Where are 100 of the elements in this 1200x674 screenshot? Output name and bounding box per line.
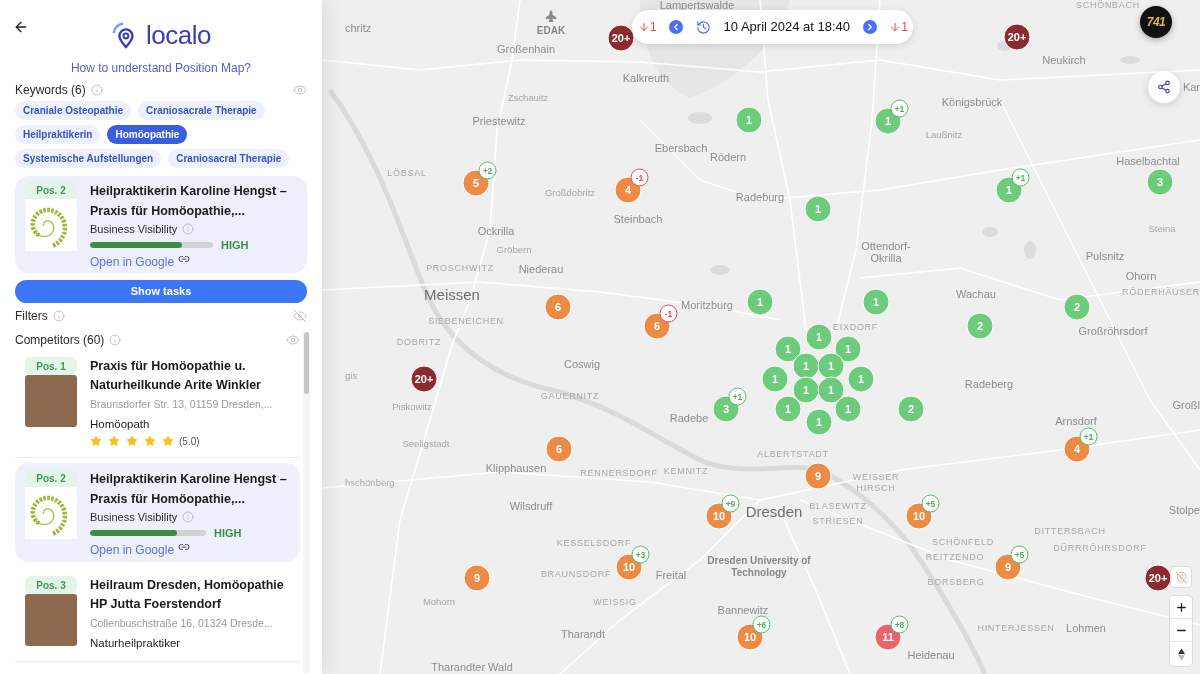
scrollbar-track[interactable]: [303, 332, 310, 674]
eye-icon[interactable]: [286, 333, 300, 347]
village-label: gis: [345, 370, 358, 382]
info-icon[interactable]: [90, 84, 103, 96]
business-address: Collenbuschstraße 16, 01324 Dresde...: [90, 616, 274, 631]
previous-date-button[interactable]: [669, 20, 684, 34]
position-badge: Pos. 3: [25, 576, 77, 594]
rating-value: (5.0): [179, 434, 200, 449]
town-label: Ottendorf-Okrilla: [860, 240, 912, 264]
cluster-marker[interactable]: 20+: [607, 24, 635, 52]
info-icon[interactable]: [109, 334, 122, 346]
cluster-marker[interactable]: 1: [817, 352, 845, 380]
open-in-google-link[interactable]: Open in Google: [90, 253, 175, 271]
star-icon: [144, 435, 156, 447]
business-name: Heilpraktikerin Karoline Hengst – Praxis für Homöopathie,...: [90, 183, 288, 220]
history-icon[interactable]: [695, 19, 711, 35]
info-icon[interactable]: [182, 511, 195, 523]
keyword-chip[interactable]: Craniosacral Therapie: [168, 149, 290, 168]
town-label: Stolpe: [1168, 503, 1200, 517]
city-label: Meissen: [424, 286, 480, 304]
cluster-marker[interactable]: 6: [545, 435, 573, 463]
visibility-rating: HIGH: [221, 237, 249, 253]
cluster-marker[interactable]: 9: [463, 564, 491, 592]
link-icon: [178, 541, 191, 553]
village-label: Laußnitz: [925, 129, 963, 141]
cluster-marker[interactable]: 1: [847, 365, 875, 393]
town-label: Haselbachtal: [1116, 154, 1180, 168]
town-label: Heidenau: [907, 648, 955, 662]
cluster-marker[interactable]: 1: [804, 195, 832, 223]
scrollbar-thumb[interactable]: [304, 332, 309, 394]
town-label: Tharandt: [561, 627, 605, 641]
change-badge: +6: [752, 615, 771, 634]
cluster-marker[interactable]: 20+: [1003, 23, 1031, 51]
location-off-button[interactable]: [1170, 566, 1192, 588]
visibility-label: Business Visibility: [90, 509, 178, 525]
district-label: WEISSIG: [593, 596, 637, 608]
spiral-logo-icon: [25, 199, 77, 251]
keyword-chip[interactable]: Homöopathie: [107, 125, 188, 144]
cluster-marker[interactable]: 2: [897, 395, 925, 423]
town-label: Bannewitz: [717, 603, 769, 617]
cluster-marker[interactable]: 1: [774, 335, 802, 363]
town-label: Kar: [1182, 80, 1200, 94]
town-label: Lohmen: [1066, 621, 1106, 635]
keyword-chip[interactable]: Craniosacrale Therapie: [138, 101, 265, 120]
section-title: Filters: [15, 308, 48, 325]
info-icon[interactable]: [52, 310, 65, 322]
change-badge: -1: [630, 168, 649, 187]
open-in-google-link[interactable]: Open in Google: [90, 541, 175, 559]
town-label: Radeburg: [735, 190, 785, 204]
eye-off-icon[interactable]: [293, 309, 307, 323]
business-address: Braunsdorfer Str. 13, 01159 Dresden,...: [90, 397, 274, 412]
cluster-marker[interactable]: 1: [834, 395, 862, 423]
district-label: KESSELSDORF: [556, 537, 632, 549]
keyword-chip[interactable]: Systemische Aufstellungen: [15, 149, 162, 168]
compass-icon: [1177, 647, 1185, 661]
town-label: Großenhain: [496, 42, 556, 56]
town-label: Großröhrsdorf: [1078, 324, 1148, 338]
cluster-marker[interactable]: 1: [834, 335, 862, 363]
show-tasks-button[interactable]: Show tasks: [15, 280, 307, 303]
cluster-marker[interactable]: 1: [792, 376, 820, 404]
change-badge: +5: [921, 494, 940, 513]
cluster-marker[interactable]: 1: [792, 352, 820, 380]
cluster-marker[interactable]: 1: [805, 323, 833, 351]
cluster-marker[interactable]: 2: [966, 312, 994, 340]
cluster-marker[interactable]: 1: [746, 288, 774, 316]
cluster-marker[interactable]: 1: [735, 106, 763, 134]
cluster-marker[interactable]: 1: [761, 365, 789, 393]
info-icon[interactable]: [182, 223, 195, 235]
cluster-marker[interactable]: 3: [1146, 168, 1174, 196]
cluster-marker[interactable]: 1: [805, 408, 833, 436]
eye-icon[interactable]: [293, 83, 307, 97]
district-label: HINTERJESSEN: [977, 622, 1055, 634]
cluster-marker[interactable]: 2: [1063, 293, 1091, 321]
change-badge: +1: [728, 387, 747, 406]
cluster-marker[interactable]: 1: [774, 395, 802, 423]
change-badge: +5: [1010, 545, 1029, 564]
change-badge: +3: [631, 545, 650, 564]
star-icon: [108, 435, 120, 447]
district-label: PROSCHWITZ: [426, 262, 494, 274]
change-badge: +1: [1011, 168, 1030, 187]
visibility-label: Business Visibility: [90, 221, 178, 237]
share-button[interactable]: [1148, 71, 1180, 103]
cluster-marker[interactable]: 6: [544, 293, 572, 321]
district-label: RENNERSDORF: [580, 467, 658, 479]
help-link[interactable]: How to understand Position Map?: [70, 60, 252, 76]
position-badge: Pos. 2: [25, 469, 77, 487]
cluster-marker[interactable]: 1: [862, 288, 890, 316]
cluster-marker[interactable]: 9: [804, 462, 832, 490]
village-label: Zschauitz: [507, 92, 549, 104]
next-date-button[interactable]: [862, 20, 877, 34]
town-label: Ockrilla: [477, 224, 515, 238]
visibility-rating: HIGH: [214, 525, 242, 541]
keyword-chip[interactable]: Heilpraktikerin: [15, 125, 101, 144]
cluster-marker[interactable]: 20+: [1144, 564, 1172, 592]
account-avatar[interactable]: 741: [1140, 6, 1172, 38]
photo-placeholder: [25, 375, 77, 427]
cluster-marker[interactable]: 20+: [410, 365, 438, 393]
cluster-marker[interactable]: 1: [817, 376, 845, 404]
district-label: ALBERTSTADT: [757, 448, 829, 460]
keyword-chip[interactable]: Craniale Osteopathie: [15, 101, 132, 120]
